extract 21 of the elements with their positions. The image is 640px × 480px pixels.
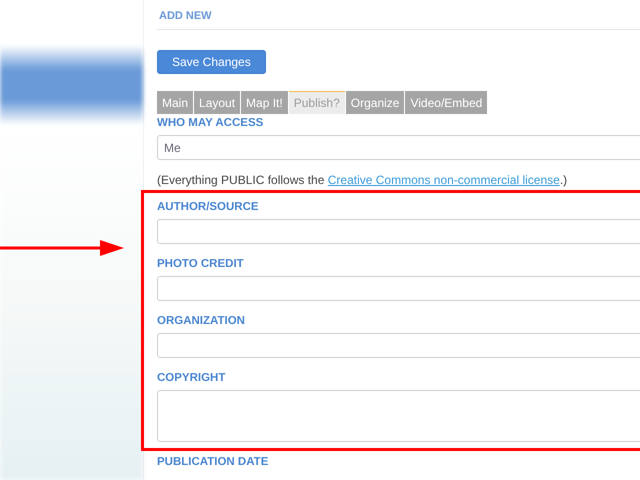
tab[interactable]: Video/Embed — [405, 91, 488, 114]
tab[interactable]: Map It! — [241, 91, 288, 114]
tab[interactable]: Main — [157, 91, 194, 114]
tab[interactable]: Layout — [194, 91, 240, 114]
field-label: COPYRIGHT — [157, 371, 226, 386]
field-label: WHO MAY ACCESS — [157, 116, 264, 131]
save-button[interactable]: Save Changes — [157, 50, 266, 74]
panel-title: ADD NEW — [157, 0, 640, 30]
input-field[interactable] — [157, 219, 640, 244]
license-link[interactable]: Creative Commons non-commercial license — [328, 173, 560, 187]
input-field[interactable] — [157, 276, 640, 301]
field-label: ORGANIZATION — [157, 314, 246, 329]
tab[interactable]: Organize — [346, 91, 404, 114]
access-field[interactable]: Me — [157, 135, 640, 160]
tab[interactable]: Publish? — [288, 91, 345, 114]
field-label: AUTHOR/SOURCE — [157, 200, 260, 215]
field-label: PUBLICATION DATE — [157, 455, 270, 470]
text-area[interactable] — [157, 390, 640, 442]
license-note: (Everything PUBLIC follows the Creative Commons non-commercial license.) — [157, 173, 568, 188]
field-label: PHOTO CREDIT — [157, 257, 245, 272]
input-field[interactable] — [157, 333, 640, 358]
